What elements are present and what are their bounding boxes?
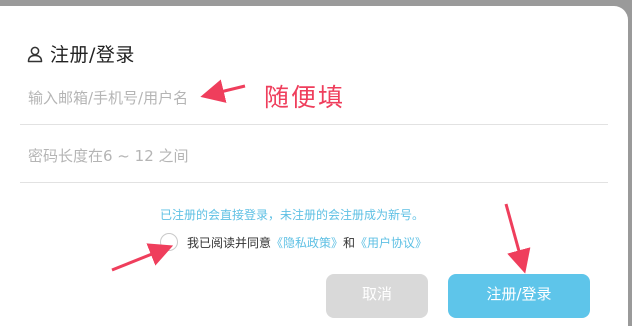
annotation-label: 随便填 bbox=[264, 83, 346, 112]
register-hint: 已注册的会直接登录，未注册的会注册成为新号。 bbox=[160, 208, 425, 222]
user-icon bbox=[26, 45, 44, 63]
password-input[interactable] bbox=[26, 140, 590, 172]
register-login-button[interactable]: 注册/登录 bbox=[448, 274, 590, 318]
agreement-row: 我已阅读并同意 《隐私政策》 和 《用户协议》 bbox=[160, 233, 427, 251]
privacy-policy-link[interactable]: 《隐私政策》 bbox=[271, 234, 343, 251]
password-field bbox=[20, 126, 608, 183]
agreement-and: 和 bbox=[343, 235, 356, 250]
cancel-button[interactable]: 取消 bbox=[326, 274, 428, 318]
agreement-prefix: 我已阅读并同意 bbox=[187, 235, 272, 250]
agreement-checkbox[interactable] bbox=[160, 233, 178, 251]
user-agreement-link[interactable]: 《用户协议》 bbox=[355, 234, 427, 251]
dialog-title: 注册/登录 bbox=[50, 44, 135, 66]
dialog-header: 注册/登录 bbox=[26, 40, 135, 67]
